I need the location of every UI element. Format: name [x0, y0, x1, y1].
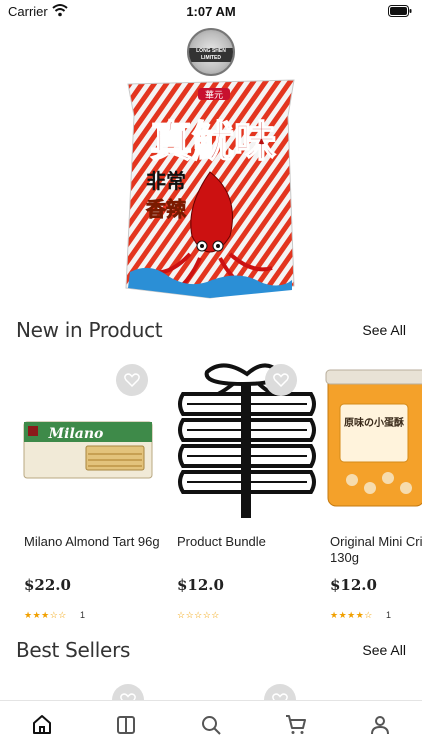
new-in-title: New in Product	[16, 318, 163, 342]
status-time: 1:07 AM	[186, 4, 236, 19]
new-in-see-all-link[interactable]: See All	[362, 322, 406, 338]
milano-package-text: Milano	[48, 426, 104, 442]
cart-icon[interactable]	[284, 713, 308, 737]
product-card[interactable]: Product Bundle $12.0 ☆☆☆☆☆	[169, 360, 321, 630]
hero-tag-top: 非常	[146, 169, 186, 193]
battery-icon	[388, 5, 412, 17]
product-name[interactable]: Product Bundle	[177, 534, 313, 550]
best-sellers-header: Best Sellers See All	[16, 638, 406, 666]
product-image[interactable]: 原味の小蛋酥	[322, 360, 422, 520]
home-icon[interactable]	[30, 713, 54, 737]
best-sellers-carousel[interactable]	[0, 680, 422, 702]
product-price: $12.0	[330, 576, 377, 594]
book-icon[interactable]	[114, 713, 138, 737]
best-sellers-title: Best Sellers	[16, 638, 131, 662]
brand-logo[interactable]: LONG SHEN LIMITED	[187, 28, 235, 76]
favorite-button[interactable]	[116, 364, 148, 396]
rating-count: 1	[386, 610, 392, 620]
hero-title-text: 真魷味	[150, 117, 276, 166]
product-card[interactable]: 原味の小蛋酥 Original Mini Crisp 130g $12.0 ★★…	[322, 360, 422, 630]
product-price: $12.0	[177, 576, 224, 594]
rating-count: 1	[80, 610, 86, 620]
person-icon[interactable]	[368, 713, 392, 737]
favorite-button[interactable]	[265, 364, 297, 396]
best-sellers-see-all-link[interactable]: See All	[362, 642, 406, 658]
search-icon[interactable]	[199, 713, 223, 737]
rating-stars: ★★★★☆	[330, 610, 373, 620]
logo-text: LONG SHEN LIMITED	[189, 48, 233, 62]
new-in-header: New in Product See All	[16, 318, 406, 346]
product-price: $22.0	[24, 576, 71, 594]
product-name[interactable]: Milano Almond Tart 96g	[24, 534, 160, 550]
status-bar: Carrier 1:07 AM	[0, 0, 422, 24]
heart-icon	[273, 373, 289, 387]
product-card[interactable]: Milano Milano Almond Tart 96g $22.0 ★★★☆…	[16, 360, 168, 630]
bottom-tab-bar	[0, 700, 422, 750]
jar-package-text: 原味の小蛋酥	[344, 416, 404, 429]
product-carousel[interactable]: Milano Milano Almond Tart 96g $22.0 ★★★☆…	[16, 360, 422, 630]
hero-product-image[interactable]: 華元 真魷味 非常 香辣	[120, 76, 302, 302]
rating-stars: ☆☆☆☆☆	[177, 610, 220, 620]
hero-tag-bottom: 香辣	[146, 197, 187, 221]
hero-brand-text: 華元	[205, 89, 223, 101]
rating-stars: ★★★☆☆	[24, 610, 67, 620]
heart-icon	[124, 373, 140, 387]
product-name[interactable]: Original Mini Crisp 130g	[330, 534, 422, 566]
